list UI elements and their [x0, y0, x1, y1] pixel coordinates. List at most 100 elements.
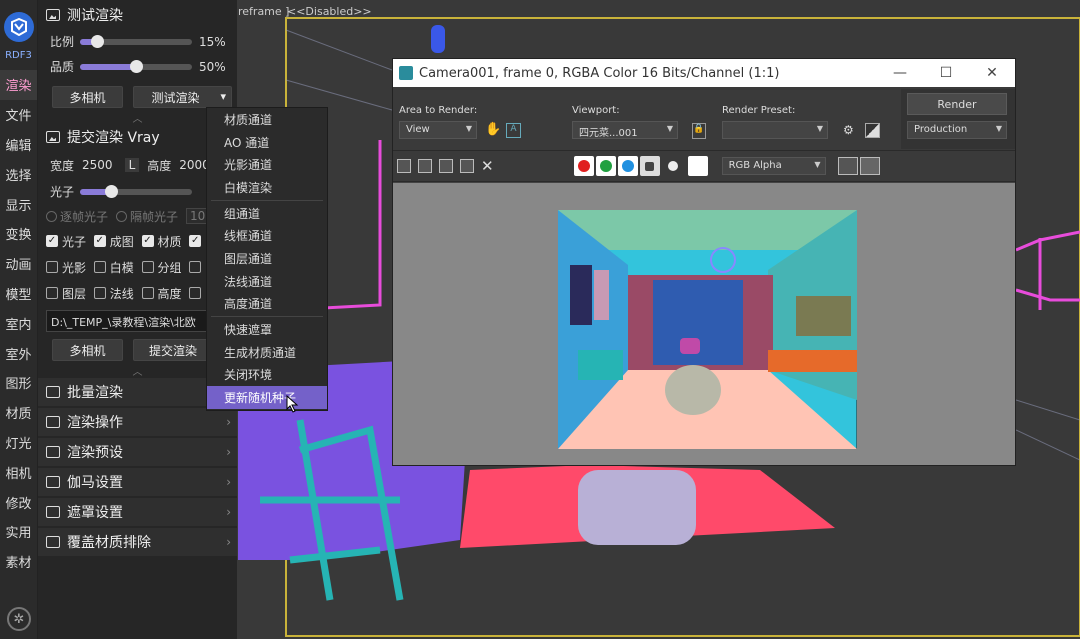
rail-item-render[interactable]: 渲染	[0, 70, 37, 100]
rail-item-shape[interactable]: 图形	[0, 368, 37, 398]
width-value[interactable]: 2500	[82, 158, 113, 172]
submit-render-button[interactable]: 提交渲染	[133, 339, 213, 361]
rail-item-modify[interactable]: 修改	[0, 487, 37, 517]
ratio-slider[interactable]	[80, 34, 192, 48]
checkbox-item[interactable]: 白模	[93, 259, 142, 276]
checkbox-empty-icon[interactable]	[46, 287, 58, 299]
menu-item-layer-channel[interactable]: 图层通道	[207, 247, 327, 270]
accordion-render-presets[interactable]: 渲染预设 ›	[38, 438, 237, 466]
multicam-button[interactable]: 多相机	[52, 86, 123, 108]
photon-slider[interactable]	[80, 184, 192, 198]
checkbox-checked-icon[interactable]: ✓	[189, 235, 202, 247]
checkbox-item[interactable]: 光影	[46, 259, 94, 276]
render-canvas[interactable]	[393, 183, 1015, 465]
app-logo-icon[interactable]	[4, 12, 34, 42]
checkbox-checked-icon[interactable]: ✓	[93, 235, 106, 247]
production-dropdown[interactable]: Production	[907, 121, 1007, 139]
rail-item-model[interactable]: 模型	[0, 279, 37, 309]
menu-item-normal-channel[interactable]: 法线通道	[207, 270, 327, 293]
checkbox-item[interactable]: 分组	[141, 259, 190, 276]
rail-item-exterior[interactable]: 室外	[0, 338, 37, 368]
quality-slider[interactable]	[80, 59, 192, 73]
accordion-render-ops[interactable]: 渲染操作 ›	[38, 408, 237, 436]
checkbox-checked-icon[interactable]: ✓	[46, 235, 58, 247]
viewport-dropdown[interactable]: 四元菜...001	[572, 121, 678, 139]
multicam-submit-button[interactable]: 多相机	[52, 339, 123, 361]
checkbox-empty-icon[interactable]	[93, 261, 106, 273]
menu-item-quick-mask[interactable]: 快速遮罩	[207, 318, 327, 341]
radio-per-frame[interactable]: 逐帧光子	[46, 208, 108, 225]
save-icon[interactable]	[397, 159, 411, 173]
viewport-mode-label[interactable]: reframe ]	[238, 5, 289, 18]
frame-buffer-titlebar[interactable]: Camera001, frame 0, RGBA Color 16 Bits/C…	[393, 59, 1015, 87]
copy-icon[interactable]	[439, 159, 453, 173]
ratio-slider-handle[interactable]	[90, 34, 104, 48]
checkbox-empty-icon[interactable]	[141, 287, 154, 299]
menu-item-height-channel[interactable]: 高度通道	[207, 293, 327, 316]
checkbox-empty-icon[interactable]	[189, 287, 202, 299]
menu-item-white-model-render[interactable]: 白模渲染	[207, 176, 327, 199]
rail-item-assets[interactable]: 素材	[0, 547, 37, 577]
alpha-dot-icon[interactable]	[667, 161, 678, 171]
blue-channel-toggle[interactable]	[617, 156, 638, 176]
rail-item-transform[interactable]: 变换	[0, 219, 37, 249]
quality-slider-handle[interactable]	[130, 59, 143, 73]
rail-item-animation[interactable]: 动画	[0, 249, 37, 279]
close-icon[interactable]: ✕	[969, 65, 1015, 81]
render-preset-dropdown[interactable]	[722, 121, 828, 139]
toggle-ui-icon[interactable]	[859, 157, 880, 175]
radio-alternate-frame[interactable]: 隔帧光子	[116, 208, 178, 225]
rail-item-select[interactable]: 选择	[0, 159, 37, 189]
maximize-icon[interactable]: ☐	[923, 65, 969, 81]
green-channel-toggle[interactable]	[595, 156, 616, 176]
clone-icon[interactable]	[418, 159, 432, 173]
checkbox-checked-icon[interactable]: ✓	[141, 235, 154, 247]
checkbox-empty-icon[interactable]	[141, 261, 154, 273]
display-region-icon[interactable]	[837, 157, 858, 175]
accordion-gamma[interactable]: 伽马设置 ›	[38, 468, 237, 496]
menu-item-update-random-seed[interactable]: 更新随机种子	[207, 386, 327, 409]
checkbox-item[interactable]: 法线	[93, 285, 142, 302]
settings-gear-icon[interactable]: ✲	[7, 607, 31, 631]
test-render-dropdown[interactable]: 测试渲染 ▾	[133, 86, 232, 108]
hand-icon[interactable]: ✋	[485, 122, 501, 137]
rail-item-material[interactable]: 材质	[0, 398, 37, 428]
render-setup-teapot-icon[interactable]: ⚙	[843, 123, 854, 137]
rail-item-display[interactable]: 显示	[0, 189, 37, 219]
menu-item-generate-material-channel[interactable]: 生成材质通道	[207, 341, 327, 364]
photon-slider-handle[interactable]	[105, 184, 119, 198]
checkbox-item[interactable]: ✓ 光子	[46, 233, 94, 250]
menu-item-ao-channel[interactable]: AO 通道	[207, 131, 327, 154]
rail-item-camera[interactable]: 相机	[0, 457, 37, 487]
checkbox-empty-icon[interactable]	[189, 261, 202, 273]
lock-ratio-button[interactable]: L	[124, 158, 140, 172]
output-path-field[interactable]: D:\_TEMP_\录教程\渲染\北欧	[46, 310, 232, 332]
checkbox-empty-icon[interactable]	[93, 287, 106, 299]
rail-item-file[interactable]: 文件	[0, 100, 37, 130]
auto-region-icon[interactable]: A	[506, 123, 521, 138]
clear-icon[interactable]: ✕	[481, 157, 494, 175]
background-swatch[interactable]	[687, 156, 708, 176]
menu-item-light-shadow-channel[interactable]: 光影通道	[207, 153, 327, 176]
lock-icon[interactable]: 🔒	[692, 123, 706, 139]
display-channel-dropdown[interactable]: RGB Alpha	[721, 157, 826, 175]
menu-item-disable-environment[interactable]: 关闭环境	[207, 364, 327, 387]
menu-item-material-channel[interactable]: 材质通道	[207, 108, 327, 131]
menu-item-wireframe-channel[interactable]: 线框通道	[207, 224, 327, 247]
rail-item-interior[interactable]: 室内	[0, 308, 37, 338]
minimize-icon[interactable]: —	[877, 65, 923, 81]
environment-icon[interactable]	[865, 123, 880, 138]
test-render-header[interactable]: 测试渲染	[38, 1, 237, 29]
checkbox-item[interactable]: ✓ 成图	[93, 233, 142, 250]
rail-item-light[interactable]: 灯光	[0, 428, 37, 458]
accordion-mask[interactable]: 遮罩设置 ›	[38, 498, 237, 526]
checkbox-item[interactable]: ✓ 材质	[141, 233, 190, 250]
rail-item-utility[interactable]: 实用	[0, 517, 37, 547]
mono-channel-toggle[interactable]	[639, 156, 660, 176]
accordion-override-exclude[interactable]: 覆盖材质排除 ›	[38, 528, 237, 556]
menu-item-group-channel[interactable]: 组通道	[207, 202, 327, 225]
checkbox-item[interactable]: 高度	[141, 285, 190, 302]
checkbox-item[interactable]: 图层	[46, 285, 94, 302]
area-to-render-dropdown[interactable]: View	[399, 121, 477, 139]
viewport-disabled-label[interactable]: <<Disabled>>	[287, 5, 372, 18]
